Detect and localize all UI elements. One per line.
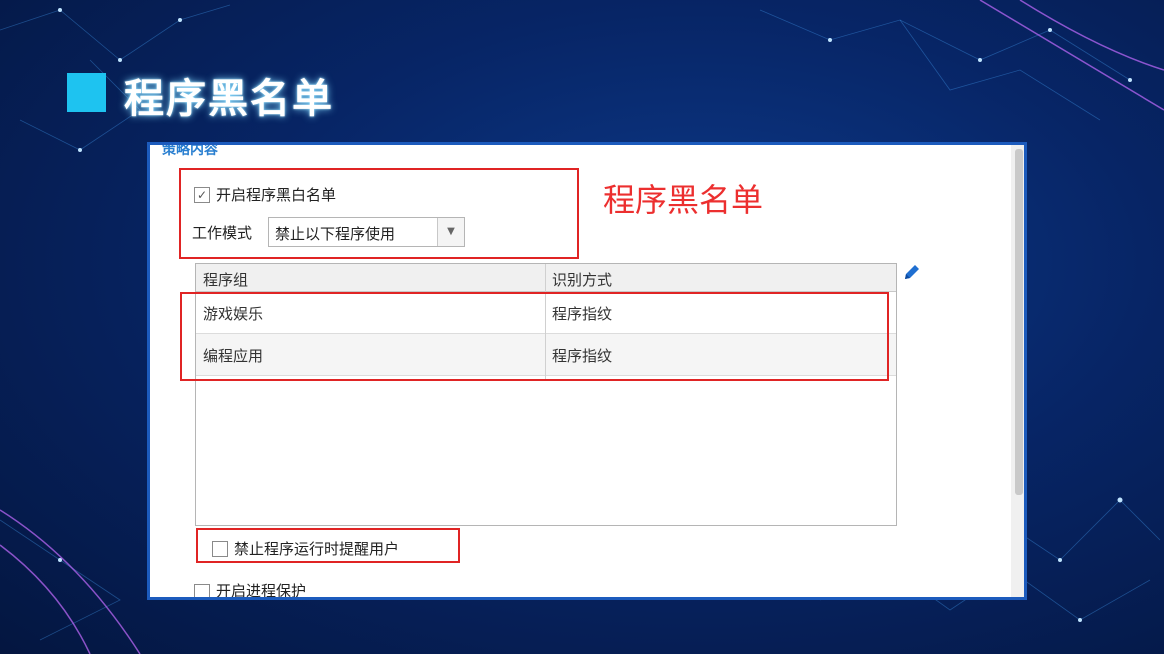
process-protect-checkbox[interactable] bbox=[194, 584, 210, 597]
highlight-box-rows bbox=[180, 292, 889, 381]
pencil-icon[interactable] bbox=[902, 262, 922, 282]
title-accent-square bbox=[67, 73, 106, 112]
section-label: 策略内容 bbox=[162, 142, 218, 158]
annotation-label: 程序黑名单 bbox=[603, 181, 764, 219]
column-header-method[interactable]: 识别方式 bbox=[552, 269, 612, 290]
highlight-box-settings bbox=[179, 168, 579, 259]
scrollbar-thumb[interactable] bbox=[1015, 149, 1023, 495]
table-header: 程序组 识别方式 bbox=[196, 264, 896, 292]
column-header-group[interactable]: 程序组 bbox=[203, 269, 248, 290]
highlight-box-notify bbox=[196, 528, 460, 563]
process-protect-label: 开启进程保护 bbox=[216, 582, 307, 600]
slide-title: 程序黑名单 bbox=[124, 76, 334, 122]
